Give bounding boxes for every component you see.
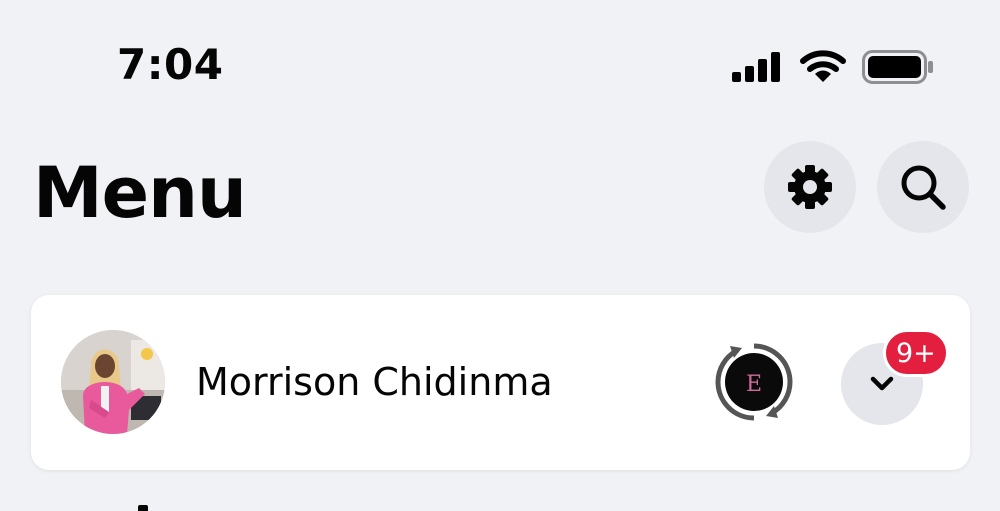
profile-photo	[61, 330, 165, 434]
status-time: 7:04	[117, 40, 224, 89]
switch-profile-icon[interactable]: E	[712, 340, 796, 424]
search-icon	[901, 165, 946, 210]
notification-badge: 9+	[883, 329, 949, 377]
cellular-signal-icon	[732, 52, 780, 82]
next-section-peek	[138, 505, 148, 511]
search-button[interactable]	[877, 141, 969, 233]
profile-name: Morrison Chidinma	[196, 360, 553, 404]
avatar[interactable]	[61, 330, 165, 434]
battery-icon	[862, 50, 933, 84]
wifi-icon	[800, 50, 846, 82]
gear-icon	[788, 165, 832, 209]
switch-profile-letter: E	[746, 372, 762, 397]
settings-button[interactable]	[764, 141, 856, 233]
page-title: Menu	[33, 152, 247, 234]
chevron-down-icon	[870, 376, 894, 391]
profile-card[interactable]: Morrison Chidinma E 9+	[31, 295, 970, 470]
status-bar: 7:04	[0, 0, 1000, 130]
